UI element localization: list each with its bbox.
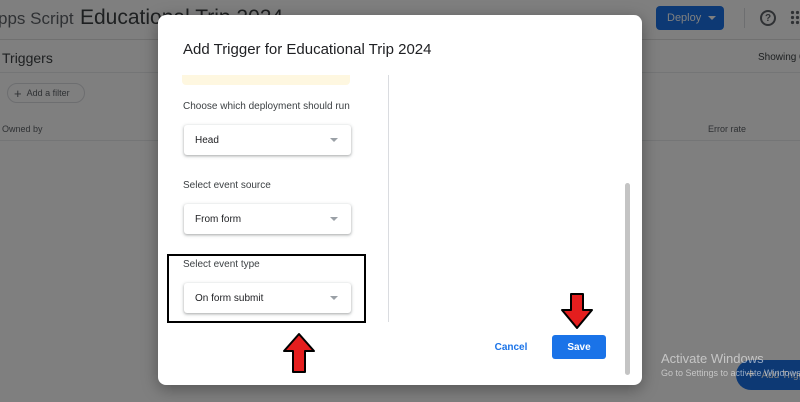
event-type-highlight-box: [167, 254, 366, 323]
event-source-value: From form: [195, 213, 242, 225]
deployment-label: Choose which deployment should run: [183, 101, 350, 112]
scrollbar-thumb[interactable]: [625, 183, 630, 375]
save-button[interactable]: Save: [552, 335, 606, 359]
activate-windows-watermark: Activate Windows Go to Settings to activ…: [661, 351, 800, 378]
event-source-label: Select event source: [183, 180, 271, 191]
event-source-select[interactable]: From form: [184, 204, 351, 234]
cancel-button[interactable]: Cancel: [486, 336, 536, 358]
caret-down-icon: [330, 217, 338, 221]
deployment-select[interactable]: Head: [184, 125, 351, 155]
column-divider: [388, 75, 389, 322]
dialog-title: Add Trigger for Educational Trip 2024: [183, 41, 432, 58]
arrow-down-icon: [561, 293, 593, 329]
watermark-title: Activate Windows: [661, 351, 764, 366]
deployment-value: Head: [195, 134, 219, 146]
caret-down-icon: [330, 138, 338, 142]
watermark-subtitle: Go to Settings to activate Windows.: [661, 368, 800, 378]
arrow-up-icon: [283, 333, 315, 373]
info-banner: [182, 75, 350, 85]
